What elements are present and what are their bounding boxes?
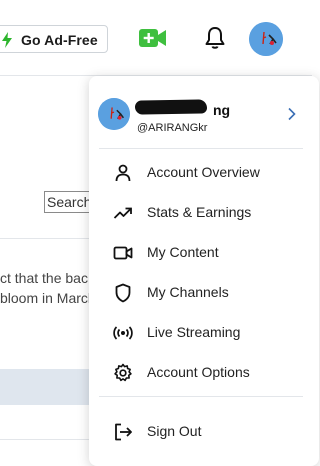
avatar[interactable] — [249, 22, 283, 56]
menu-item-account-options[interactable]: Account Options — [89, 354, 311, 392]
menu-divider-bottom — [99, 396, 303, 397]
menu-item-stats-earnings[interactable]: Stats & Earnings — [89, 194, 311, 232]
avatar-art-icon — [249, 22, 283, 56]
trending-up-icon — [113, 207, 132, 219]
menu-item-account-overview[interactable]: Account Overview — [89, 154, 311, 192]
sign-out-icon — [115, 423, 132, 441]
profile-avatar — [98, 98, 130, 130]
menu-item-live-streaming[interactable]: Live Streaming — [89, 314, 311, 352]
go-ad-free-label: Go Ad-Free — [21, 32, 98, 48]
article-text-line-2: bloom in March — [0, 290, 96, 306]
name-redaction — [134, 99, 208, 115]
profile-summary[interactable]: ng @ARIRANGkr — [89, 76, 311, 148]
bell-icon[interactable] — [204, 26, 226, 50]
profile-avatar-art-icon — [98, 98, 130, 130]
search-input-text: Search — [47, 194, 92, 210]
menu-item-label: Stats & Earnings — [147, 204, 252, 220]
menu-item-label: My Content — [147, 244, 219, 260]
video-camera-icon — [113, 246, 133, 260]
video-add-icon[interactable] — [139, 28, 167, 48]
top-bar: Go Ad-Free — [0, 0, 312, 76]
bolt-icon — [2, 32, 12, 48]
broadcast-icon — [113, 326, 133, 340]
background-band — [0, 369, 100, 405]
article-text-line-1: ct that the bac — [0, 270, 88, 286]
shield-icon — [115, 283, 131, 303]
footer-divider — [0, 439, 100, 440]
gear-icon — [114, 363, 132, 382]
menu-item-sign-out[interactable]: Sign Out — [89, 413, 311, 451]
content-divider — [0, 238, 100, 239]
menu-divider-top — [99, 148, 303, 149]
menu-item-my-channels[interactable]: My Channels — [89, 274, 311, 312]
account-dropdown-menu: ng @ARIRANGkr Account Overview Stats & E… — [89, 76, 319, 466]
go-ad-free-button[interactable]: Go Ad-Free — [0, 25, 108, 53]
profile-name-visible: ng — [213, 102, 231, 118]
chevron-right-icon — [288, 107, 296, 121]
menu-item-label: My Channels — [147, 284, 229, 300]
menu-item-label: Sign Out — [147, 423, 202, 439]
menu-item-my-content[interactable]: My Content — [89, 234, 311, 272]
menu-item-label: Account Overview — [147, 164, 260, 180]
profile-handle: @ARIRANGkr — [137, 122, 208, 134]
user-icon — [115, 164, 131, 182]
menu-item-label: Account Options — [147, 364, 250, 380]
menu-item-label: Live Streaming — [147, 324, 241, 340]
